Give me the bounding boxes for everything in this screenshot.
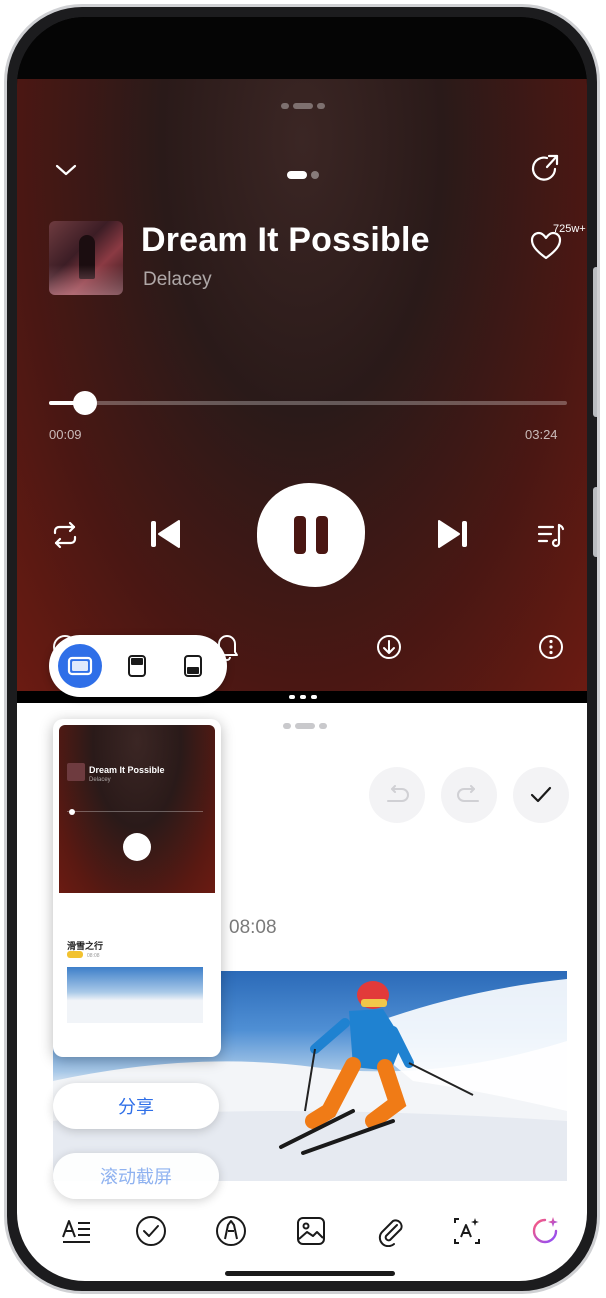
scroll-capture-button[interactable]: 滚动截屏 <box>53 1153 219 1199</box>
fullscreen-mode-button[interactable] <box>58 644 102 688</box>
top-window-icon <box>128 655 146 677</box>
progress-track[interactable] <box>49 401 567 405</box>
share-icon[interactable] <box>529 151 563 185</box>
top-window-mode-button[interactable] <box>115 644 159 688</box>
image-icon <box>297 1217 325 1245</box>
playlist-icon[interactable] <box>535 519 567 551</box>
likes-count: 725w+ <box>553 223 586 235</box>
done-button[interactable] <box>513 767 569 823</box>
fullscreen-icon <box>67 656 93 676</box>
thumbnail-notes-area: 滑雪之行 08:08 <box>59 895 215 1051</box>
download-icon[interactable] <box>375 633 403 661</box>
pen-button[interactable] <box>213 1213 249 1249</box>
thumbnail-title: Dream It Possible <box>89 765 165 775</box>
next-track-icon[interactable] <box>431 513 473 555</box>
thumbnail-artist: Delacey <box>89 777 111 783</box>
image-button[interactable] <box>293 1213 329 1249</box>
progress-thumb[interactable] <box>72 391 97 415</box>
notes-toolbar <box>17 1203 587 1253</box>
screenshot-mode-selector <box>49 635 227 697</box>
checklist-icon <box>136 1216 166 1246</box>
share-button[interactable]: 分享 <box>53 1083 219 1129</box>
thumbnail-album <box>67 763 85 781</box>
notes-window-handle[interactable] <box>283 723 327 729</box>
bottom-window-icon <box>184 655 202 677</box>
phone-frame: Dream It Possible Delacey 725w+ 00:09 03… <box>4 4 600 1294</box>
thumbnail-photo <box>67 967 203 1023</box>
text-format-icon <box>62 1220 90 1243</box>
ai-text-button[interactable] <box>449 1213 485 1249</box>
attachment-icon <box>378 1219 403 1247</box>
album-cover[interactable] <box>49 221 123 295</box>
redo-icon <box>457 785 479 802</box>
screenshot-thumbnail[interactable]: Dream It Possible Delacey 滑雪之行 08:08 <box>53 719 221 1057</box>
status-area <box>17 17 587 79</box>
ai-assist-button[interactable] <box>527 1213 563 1249</box>
thumbnail-image: Dream It Possible Delacey 滑雪之行 08:08 <box>59 725 215 1051</box>
pause-icon <box>294 516 306 554</box>
song-artist[interactable]: Delacey <box>143 269 212 291</box>
thumbnail-note-date: 08:08 <box>87 953 100 959</box>
page-indicator <box>287 171 319 179</box>
checklist-button[interactable] <box>133 1213 169 1249</box>
repeat-icon[interactable] <box>49 519 81 551</box>
attachment-button[interactable] <box>373 1213 409 1249</box>
album-mist <box>49 265 123 295</box>
thumbnail-player-area: Dream It Possible Delacey <box>59 725 215 893</box>
pen-icon <box>216 1216 246 1246</box>
song-title: Dream It Possible <box>141 221 430 259</box>
thumbnail-pause-button <box>123 833 151 861</box>
bottom-window-mode-button[interactable] <box>171 644 215 688</box>
checkmark-icon <box>530 786 552 803</box>
undo-button[interactable] <box>369 767 425 823</box>
time-total: 03:24 <box>525 427 558 442</box>
collapse-chevron-icon[interactable] <box>53 157 79 183</box>
note-time: 08:08 <box>229 917 277 938</box>
undo-icon <box>387 785 409 802</box>
more-options-icon[interactable] <box>537 633 565 661</box>
power-button <box>593 487 597 557</box>
ai-assist-icon <box>532 1217 558 1244</box>
previous-track-icon[interactable] <box>145 513 187 555</box>
progress-fill <box>49 401 75 405</box>
window-handle[interactable] <box>281 103 325 109</box>
time-elapsed: 00:09 <box>49 427 82 442</box>
text-format-button[interactable] <box>59 1213 95 1249</box>
music-player-window: Dream It Possible Delacey 725w+ 00:09 03… <box>17 79 587 691</box>
split-handle[interactable] <box>289 695 317 699</box>
volume-button <box>593 267 597 417</box>
screen: Dream It Possible Delacey 725w+ 00:09 03… <box>17 17 587 1281</box>
ai-text-icon <box>454 1218 480 1244</box>
home-indicator[interactable] <box>225 1271 395 1276</box>
pause-button[interactable] <box>257 483 365 587</box>
redo-button[interactable] <box>441 767 497 823</box>
